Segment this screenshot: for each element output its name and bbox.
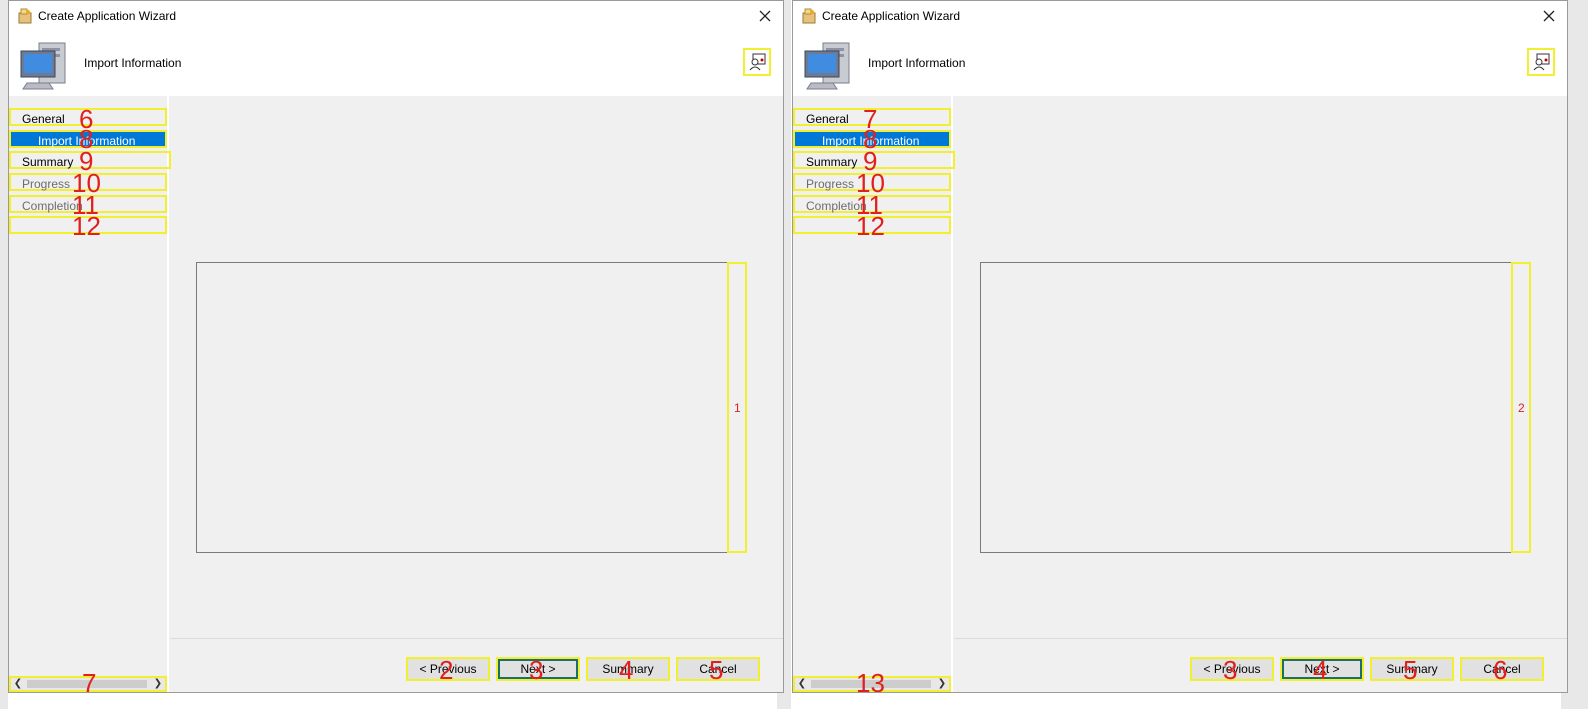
nav-item-label: Completion (22, 199, 83, 213)
wizard-header: Import Information (9, 31, 783, 96)
wizard-header: Import Information (793, 31, 1567, 96)
nav-item-import-information[interactable]: Import Information (9, 130, 167, 148)
wizard-steps-sidebar: General Import Information Summary Progr… (9, 96, 171, 692)
wizard-app-icon (802, 8, 816, 24)
button-label: Cancel (699, 662, 737, 676)
nav-item-label: General (806, 112, 849, 126)
horizontal-scrollbar[interactable]: ❮ ❯ (9, 676, 167, 692)
help-button[interactable] (743, 48, 771, 76)
chevron-right-icon[interactable]: ❯ (151, 678, 165, 690)
button-label: Cancel (1483, 662, 1521, 676)
wizard-app-icon (18, 8, 32, 24)
footer-divider (170, 638, 783, 639)
nav-item-label: Summary (22, 155, 74, 169)
wizard-steps-sidebar: General Import Information Summary Progr… (793, 96, 955, 692)
button-label: Summary (1386, 662, 1438, 676)
summary-button[interactable]: Summary (1370, 657, 1454, 681)
chevron-left-icon[interactable]: ❮ (11, 678, 25, 690)
nav-item-import-information[interactable]: Import Information (793, 130, 951, 148)
nav-item-empty[interactable] (9, 216, 167, 234)
nav-item-general[interactable]: General (793, 108, 951, 126)
close-icon (1543, 10, 1555, 22)
help-person-icon (1533, 53, 1550, 71)
help-person-icon (749, 53, 766, 71)
chevron-left-icon[interactable]: ❮ (795, 678, 809, 690)
wizard-window-2: Create Application Wizard Import Informa… (792, 0, 1568, 693)
summary-button[interactable]: Summary (586, 657, 670, 681)
import-content-area[interactable]: 2 (980, 262, 1531, 553)
chevron-right-icon[interactable]: ❯ (935, 678, 949, 690)
close-button[interactable] (1535, 3, 1563, 29)
nav-item-empty[interactable] (793, 216, 951, 234)
nav-item-label: General (22, 112, 65, 126)
header-title: Import Information (84, 56, 182, 70)
title-bar: Create Application Wizard (793, 1, 1567, 31)
vertical-scrollbar[interactable] (727, 262, 747, 553)
button-label: Next > (520, 662, 556, 676)
previous-button[interactable]: < Previous (1190, 657, 1274, 681)
title-bar: Create Application Wizard (9, 1, 783, 31)
nav-item-progress[interactable]: Progress (793, 173, 951, 191)
help-button[interactable] (1527, 48, 1555, 76)
window-title: Create Application Wizard (38, 9, 177, 23)
background-strip-left (0, 0, 8, 709)
close-button[interactable] (751, 3, 779, 29)
nav-item-summary[interactable]: Summary (793, 151, 955, 169)
button-label: < Previous (419, 662, 477, 676)
footer-divider (954, 638, 1567, 639)
header-title: Import Information (868, 56, 966, 70)
vertical-scrollbar[interactable] (1511, 262, 1531, 553)
computer-icon (20, 42, 66, 90)
nav-item-label: Completion (806, 199, 867, 213)
nav-item-label: Progress (806, 177, 855, 191)
nav-item-completion[interactable]: Completion (793, 195, 951, 213)
cancel-button[interactable]: Cancel (1460, 657, 1544, 681)
computer-icon (804, 42, 850, 90)
nav-item-label: Summary (806, 155, 858, 169)
button-label: Summary (602, 662, 654, 676)
import-content-area[interactable]: 1 (196, 262, 747, 553)
nav-item-completion[interactable]: Completion (9, 195, 167, 213)
next-button[interactable]: Next > (1280, 657, 1364, 681)
nav-item-label: Progress (22, 177, 71, 191)
nav-item-progress[interactable]: Progress (9, 173, 167, 191)
button-label: < Previous (1203, 662, 1261, 676)
window-title: Create Application Wizard (822, 9, 961, 23)
cancel-button[interactable]: Cancel (676, 657, 760, 681)
nav-item-label: Import Information (822, 134, 920, 148)
horizontal-scrollbar[interactable]: ❮ ❯ (793, 676, 951, 692)
wizard-window-1: Create Application Wizard Import Informa… (8, 0, 784, 693)
scrollbar-thumb[interactable] (27, 680, 147, 688)
nav-item-label: Import Information (38, 134, 136, 148)
next-button[interactable]: Next > (496, 657, 580, 681)
button-label: Next > (1304, 662, 1340, 676)
nav-item-general[interactable]: General (9, 108, 167, 126)
nav-item-summary[interactable]: Summary (9, 151, 171, 169)
previous-button[interactable]: < Previous (406, 657, 490, 681)
close-icon (759, 10, 771, 22)
scrollbar-thumb[interactable] (811, 680, 931, 688)
